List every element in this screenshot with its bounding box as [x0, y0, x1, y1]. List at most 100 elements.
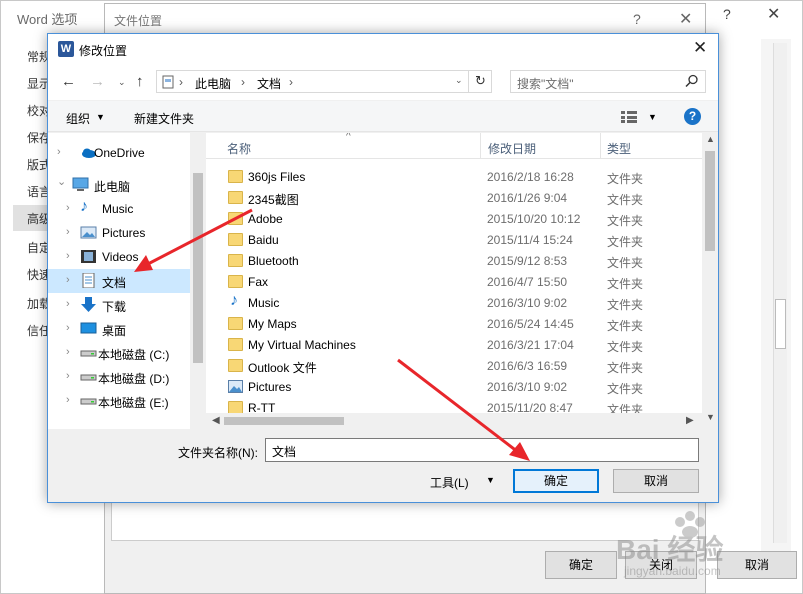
music-icon: ♪ [230, 292, 238, 309]
file-row[interactable]: My Virtual Machines 2016/3/21 17:04 文件夹 [206, 335, 702, 356]
expand-chevron-icon[interactable]: › [66, 202, 70, 214]
file-row[interactable]: Baidu 2015/11/4 15:24 文件夹 [206, 230, 702, 251]
expand-chevron-icon[interactable]: › [66, 346, 70, 358]
organize-dropdown-icon[interactable]: ▼ [96, 112, 105, 122]
expand-chevron-icon[interactable]: › [66, 394, 70, 406]
search-icon[interactable] [685, 74, 699, 88]
file-row[interactable]: My Maps 2016/5/24 14:45 文件夹 [206, 314, 702, 335]
folder-icon [228, 170, 243, 183]
scroll-up-icon[interactable]: ▲ [706, 134, 715, 144]
column-header-type[interactable]: 类型 [607, 140, 631, 157]
options-scrollbar[interactable] [773, 43, 787, 543]
help-icon[interactable]: ? [684, 108, 701, 125]
tools-dropdown-icon[interactable]: ▼ [486, 475, 495, 485]
tree-item-this-pc[interactable]: ⌄ 此电脑 [48, 173, 190, 197]
options-scrollbar-thumb[interactable] [775, 299, 786, 349]
file-row[interactable]: Fax 2016/4/7 15:50 文件夹 [206, 272, 702, 293]
expand-chevron-icon[interactable]: › [66, 298, 70, 310]
tree-item-drive-e[interactable]: › 本地磁盘 (E:) [48, 389, 190, 413]
tree-item-documents[interactable]: › 文档 [48, 269, 190, 293]
expand-chevron-icon[interactable]: › [57, 146, 61, 158]
file-name: Pictures [248, 380, 292, 394]
file-date: 2016/2/18 16:28 [487, 170, 574, 184]
breadcrumb-separator-icon: › [289, 75, 293, 89]
tree-item-label: 本地磁盘 (C:) [98, 348, 170, 362]
scroll-right-icon[interactable]: ▶ [686, 415, 694, 426]
file-row[interactable]: ♪ Music 2016/3/10 9:02 文件夹 [206, 292, 702, 314]
new-folder-button[interactable]: 新建文件夹 [134, 110, 194, 127]
file-type: 文件夹 [607, 382, 644, 396]
pictures-icon [228, 380, 243, 393]
scroll-left-icon[interactable]: ◀ [212, 415, 220, 426]
breadcrumb-item-documents[interactable]: 文档 [257, 75, 281, 92]
navigation-tree: › OneDrive ⌄ 此电脑 › ♪ Music › Pictures › … [48, 133, 206, 429]
up-arrow-icon[interactable]: ↑ [136, 73, 144, 90]
file-row[interactable]: Pictures 2016/3/10 9:02 文件夹 [206, 377, 702, 398]
help-icon[interactable]: ? [633, 11, 641, 27]
file-type: 文件夹 [607, 361, 644, 375]
refresh-icon[interactable]: ↻ [468, 70, 492, 93]
tree-item-downloads[interactable]: › 下载 [48, 293, 190, 317]
organize-menu[interactable]: 组织 [66, 110, 90, 127]
file-name: My Maps [248, 317, 297, 331]
scroll-down-icon[interactable]: ▼ [706, 412, 715, 422]
collapse-chevron-icon[interactable]: ⌄ [57, 175, 66, 188]
tree-item-music[interactable]: › ♪ Music [48, 197, 190, 221]
file-row[interactable]: 2345截图 2016/1/26 9:04 文件夹 [206, 188, 702, 209]
tree-item-pictures[interactable]: › Pictures [48, 221, 190, 245]
forward-arrow-icon[interactable]: → [90, 73, 105, 90]
folder-name-input[interactable]: 文档 [265, 438, 699, 462]
file-row[interactable]: Adobe 2015/10/20 10:12 文件夹 [206, 209, 702, 230]
file-location-ok-button[interactable]: 确定 [545, 551, 617, 579]
expand-chevron-icon[interactable]: › [66, 370, 70, 382]
file-row[interactable]: Outlook 文件 2016/6/3 16:59 文件夹 [206, 356, 702, 377]
close-icon[interactable]: ✕ [767, 4, 780, 24]
column-header-date[interactable]: 修改日期 [488, 140, 536, 157]
videos-icon [81, 250, 96, 263]
file-type: 文件夹 [607, 319, 644, 333]
watermark-url: jingyan.baidu.com [624, 564, 721, 578]
column-divider[interactable] [480, 133, 481, 159]
file-location-title: 文件位置 [114, 14, 163, 28]
back-arrow-icon[interactable]: ← [61, 73, 76, 90]
view-options-icon[interactable] [621, 111, 637, 123]
ok-button[interactable]: 确定 [513, 469, 599, 493]
tree-item-drive-c[interactable]: › 本地磁盘 (C:) [48, 341, 190, 365]
expand-chevron-icon[interactable]: › [66, 250, 70, 262]
expand-chevron-icon[interactable]: › [66, 322, 70, 334]
column-header-row: ^ 名称 修改日期 类型 [206, 133, 702, 159]
recent-locations-chevron-icon[interactable]: ⌄ [118, 77, 126, 88]
file-type: 文件夹 [607, 256, 644, 270]
modify-location-titlebar: W 修改位置 ✕ [48, 34, 718, 64]
tree-item-desktop[interactable]: › 桌面 [48, 317, 190, 341]
file-type: 文件夹 [607, 214, 644, 228]
file-list-horizontal-thumb[interactable] [224, 417, 344, 425]
search-box[interactable]: 搜索"文档" [510, 70, 706, 93]
tree-scrollbar-thumb[interactable] [193, 173, 203, 363]
address-dropdown-icon[interactable]: ⌄ [455, 75, 463, 86]
column-divider[interactable] [600, 133, 601, 159]
close-icon[interactable]: ✕ [679, 9, 692, 29]
close-icon[interactable]: ✕ [693, 38, 707, 58]
music-icon: ♪ [80, 198, 88, 215]
file-type: 文件夹 [607, 298, 644, 312]
address-bar[interactable]: › 此电脑 › 文档 › ⌄ [156, 70, 492, 93]
tree-item-videos[interactable]: › Videos [48, 245, 190, 269]
expand-chevron-icon[interactable]: › [66, 226, 70, 238]
file-name: Bluetooth [248, 254, 299, 268]
search-placeholder: 搜索"文档" [517, 77, 574, 91]
file-list-vertical-thumb[interactable] [705, 151, 715, 251]
expand-chevron-icon[interactable]: › [66, 274, 70, 286]
view-dropdown-icon[interactable]: ▼ [648, 112, 657, 122]
help-icon[interactable]: ? [723, 6, 731, 22]
breadcrumb-item-pc[interactable]: 此电脑 [195, 75, 231, 92]
file-row[interactable]: Bluetooth 2015/9/12 8:53 文件夹 [206, 251, 702, 272]
column-header-name[interactable]: 名称 [227, 140, 251, 157]
folder-icon [228, 254, 243, 267]
tree-item-onedrive[interactable]: › OneDrive [48, 141, 190, 165]
cancel-button[interactable]: 取消 [613, 469, 699, 493]
tools-menu[interactable]: 工具(L) [430, 474, 469, 491]
file-date: 2016/6/3 16:59 [487, 359, 568, 373]
tree-item-drive-d[interactable]: › 本地磁盘 (D:) [48, 365, 190, 389]
file-row[interactable]: 360js Files 2016/2/18 16:28 文件夹 [206, 167, 702, 188]
